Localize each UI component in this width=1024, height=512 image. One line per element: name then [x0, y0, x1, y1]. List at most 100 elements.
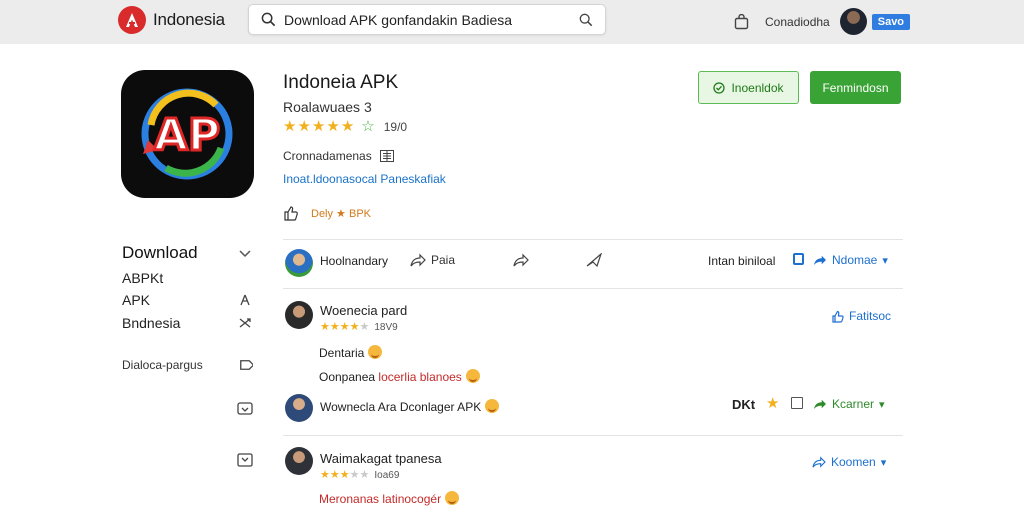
review-body: Dentaria	[319, 346, 365, 360]
search-input[interactable]	[284, 11, 579, 28]
avatar[interactable]	[285, 249, 313, 277]
review-author: Wownecla Ara Dconlager APK	[320, 399, 500, 414]
chevron-down-icon[interactable]	[236, 245, 254, 263]
install-button[interactable]: Inoenldok	[698, 71, 799, 104]
sidebar-footer[interactable]: Dialoca-pargus	[122, 358, 203, 372]
review-count: 18V9	[374, 321, 398, 333]
review-action-label: Koomen	[831, 455, 876, 469]
star-icon: ★	[349, 321, 360, 333]
star-icon: ★	[320, 469, 330, 481]
thumbs-up-icon[interactable]	[283, 205, 299, 221]
review-stars: ★ ★ ★ ★ ★ 18V9	[320, 321, 398, 333]
star-empty-icon: ★	[349, 469, 360, 481]
review-count: Ioa69	[374, 469, 400, 481]
user-avatar[interactable]	[839, 8, 867, 35]
share-action[interactable]: Paia	[410, 253, 455, 267]
share-icon	[812, 456, 826, 468]
review-body: Meronanas latinocogér	[319, 492, 442, 506]
app-rating: ★ ★ ★ ★ ★ ☆ 19/0	[283, 119, 407, 135]
star-icon: ★	[283, 118, 297, 135]
emoji-icon	[465, 369, 480, 383]
share-icon	[814, 255, 826, 266]
review-action-button[interactable]: Ndomae ▾	[813, 253, 888, 267]
save-button[interactable]: Savo	[871, 13, 911, 30]
bookmark-icon[interactable]	[793, 253, 804, 265]
app-logo-icon: AP	[141, 88, 233, 180]
review-author[interactable]: Hoolnandary	[320, 254, 388, 268]
shuffle-icon[interactable]	[236, 314, 254, 332]
review-tag: DKt	[732, 397, 756, 412]
star-icon[interactable]: ★	[766, 394, 779, 412]
check-circle-icon	[713, 81, 726, 94]
search-bar[interactable]	[248, 4, 606, 35]
share-icon	[814, 399, 826, 410]
review-text: Dentaria	[319, 345, 383, 360]
antenna-icon[interactable]	[236, 291, 254, 309]
brand-name: Indonesia	[153, 10, 225, 29]
review-action-button[interactable]: Kcarner ▾	[813, 397, 885, 411]
review-action-button[interactable]: Fatitsoc	[832, 309, 891, 323]
divider	[283, 288, 903, 289]
search-submit-icon[interactable]	[579, 13, 593, 27]
app-developer[interactable]: Roalawuaes 3	[283, 99, 372, 115]
review-author-name[interactable]: Wownecla Ara Dconlager APK	[320, 400, 481, 414]
avatar[interactable]	[285, 447, 313, 475]
star-icon: ★	[329, 321, 340, 333]
app-icon-letters: AP	[154, 110, 220, 161]
avatar[interactable]	[285, 301, 313, 329]
send-icon[interactable]	[586, 253, 602, 267]
app-link[interactable]: Inoat.ldoonasocal Paneskafiak	[283, 172, 446, 186]
review-author[interactable]: Waimakagat tpanesa	[320, 451, 442, 466]
review-meta: Intan biniloal	[708, 254, 776, 268]
review-text: Meronanas latinocogér	[319, 491, 460, 506]
star-icon: ★	[320, 321, 330, 333]
avatar[interactable]	[285, 394, 313, 422]
search-icon	[261, 12, 276, 27]
review-action-label: Fatitsoc	[849, 309, 892, 323]
chevron-down-icon: ▾	[882, 254, 888, 267]
reply-prefix: Oonpanea	[319, 370, 376, 384]
star-icon: ★	[340, 118, 355, 135]
download-box-icon[interactable]	[236, 451, 254, 469]
list-icon	[379, 150, 394, 162]
account-label[interactable]: Conadiodha	[765, 15, 830, 29]
download-button[interactable]: Fenmindosn	[810, 71, 901, 104]
category-label: Cronnadamenas	[283, 149, 372, 163]
share-icon	[410, 253, 426, 267]
star-icon: ★	[339, 469, 350, 481]
divider	[283, 239, 903, 240]
star-empty-icon: ★	[359, 321, 370, 333]
divider	[283, 435, 903, 436]
inbox-icon[interactable]	[236, 399, 254, 417]
review-action-button[interactable]: Koomen ▾	[812, 455, 886, 469]
star-icon: ★	[339, 321, 350, 333]
sidebar-item-bndnesia[interactable]: Bndnesia	[122, 315, 180, 331]
sidebar-item-apk[interactable]: APK	[122, 292, 150, 308]
thumbs-up-icon	[832, 310, 844, 323]
brand-logo-icon	[118, 6, 146, 34]
review-author[interactable]: Woenecia pard	[320, 303, 407, 318]
user-area: Conadiodha Savo	[734, 8, 911, 35]
sidebar-heading[interactable]: Download	[122, 243, 198, 263]
star-empty-icon: ★	[359, 469, 370, 481]
review-action-label: Kcarner	[832, 397, 875, 411]
brand[interactable]: Indonesia	[118, 6, 225, 34]
emoji-icon	[368, 345, 383, 359]
bag-icon[interactable]	[734, 13, 749, 30]
chevron-down-icon: ▾	[880, 456, 887, 469]
star-icon: ★	[311, 118, 326, 135]
share-label: Paia	[431, 253, 456, 267]
sidebar-item-abpkt[interactable]: ABPKt	[122, 270, 163, 286]
emoji-icon	[445, 491, 460, 505]
chevron-down-icon: ▾	[879, 398, 885, 411]
star-icon: ★	[329, 469, 340, 481]
review-action-label: Ndomae	[832, 253, 878, 267]
tag-icon[interactable]	[236, 356, 254, 374]
app-title: Indoneia APK	[283, 72, 399, 93]
half-star-icon: ☆	[361, 118, 375, 135]
checkbox[interactable]	[791, 397, 803, 409]
app-icon: AP	[121, 70, 254, 198]
emoji-icon	[485, 399, 500, 413]
app-meta: Dely ★ BPK	[283, 205, 371, 221]
forward-icon[interactable]	[513, 253, 529, 267]
